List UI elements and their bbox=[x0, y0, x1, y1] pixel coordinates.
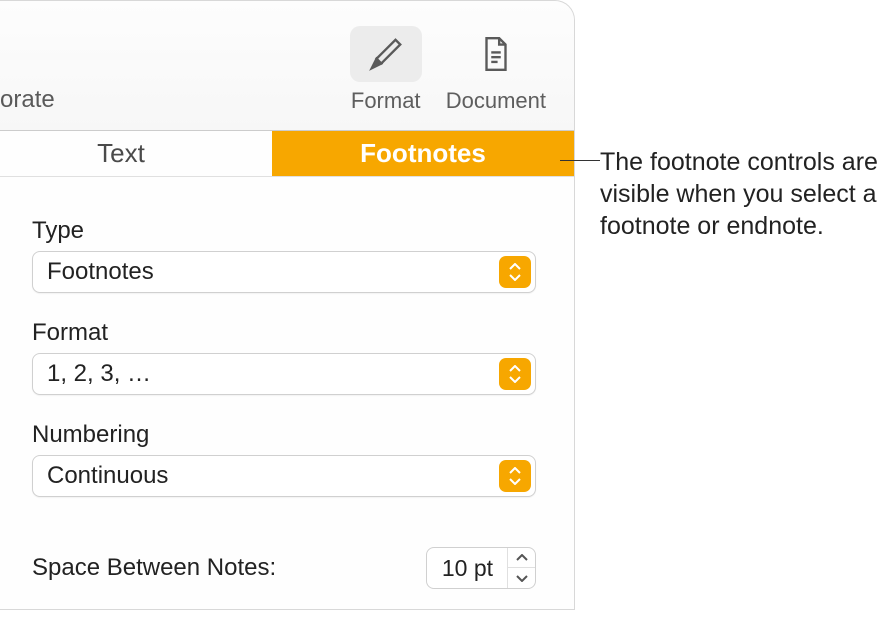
brush-icon bbox=[367, 35, 405, 73]
space-value: 10 pt bbox=[427, 549, 507, 588]
type-popup[interactable]: Footnotes bbox=[32, 251, 536, 293]
chevron-up-icon bbox=[509, 263, 521, 271]
numbering-popup[interactable]: Continuous bbox=[32, 455, 536, 497]
numbering-label: Numbering bbox=[32, 421, 536, 449]
format-icon-box bbox=[350, 26, 422, 82]
document-icon bbox=[477, 35, 515, 73]
type-field-group: Type Footnotes bbox=[32, 217, 536, 293]
popup-arrows-icon bbox=[499, 460, 531, 492]
format-label: Format bbox=[351, 88, 421, 114]
footnote-controls: Type Footnotes Format 1, 2, 3, … Numberi… bbox=[0, 177, 574, 609]
stepper-buttons bbox=[507, 548, 535, 588]
format-label: Format bbox=[32, 319, 536, 347]
chevron-down-icon bbox=[516, 574, 528, 582]
chevron-down-icon bbox=[509, 375, 521, 383]
callout-text: The footnote controls are visible when y… bbox=[600, 146, 896, 242]
format-field-group: Format 1, 2, 3, … bbox=[32, 319, 536, 395]
tab-text[interactable]: Text bbox=[0, 131, 272, 176]
type-value: Footnotes bbox=[33, 258, 499, 286]
chevron-down-icon bbox=[509, 477, 521, 485]
numbering-field-group: Numbering Continuous bbox=[32, 421, 536, 497]
stepper-up[interactable] bbox=[508, 548, 535, 568]
subtabs: Text Footnotes bbox=[0, 131, 574, 177]
toolbar-left-text: orate bbox=[0, 86, 55, 118]
chevron-up-icon bbox=[509, 365, 521, 373]
document-tab-button[interactable]: Document bbox=[438, 22, 554, 118]
numbering-value: Continuous bbox=[33, 462, 499, 490]
toolbar-buttons: Format Document bbox=[342, 22, 554, 118]
chevron-up-icon bbox=[516, 554, 528, 562]
tab-text-label: Text bbox=[97, 138, 145, 169]
document-icon-box bbox=[460, 26, 532, 82]
chevron-up-icon bbox=[509, 467, 521, 475]
callout-line bbox=[560, 160, 600, 161]
popup-arrows-icon bbox=[499, 358, 531, 390]
space-stepper[interactable]: 10 pt bbox=[426, 547, 536, 589]
inspector-panel: orate Format bbox=[0, 0, 575, 610]
popup-arrows-icon bbox=[499, 256, 531, 288]
tab-footnotes-label: Footnotes bbox=[360, 138, 486, 169]
chevron-down-icon bbox=[509, 273, 521, 281]
document-label: Document bbox=[446, 88, 546, 114]
stepper-down[interactable] bbox=[508, 568, 535, 588]
format-tab-button[interactable]: Format bbox=[342, 22, 430, 118]
type-label: Type bbox=[32, 217, 536, 245]
space-field-row: Space Between Notes: 10 pt bbox=[32, 547, 536, 589]
tab-footnotes[interactable]: Footnotes bbox=[272, 131, 574, 176]
format-popup[interactable]: 1, 2, 3, … bbox=[32, 353, 536, 395]
format-value: 1, 2, 3, … bbox=[33, 360, 499, 388]
toolbar: orate Format bbox=[0, 1, 574, 131]
space-label: Space Between Notes: bbox=[32, 554, 276, 582]
